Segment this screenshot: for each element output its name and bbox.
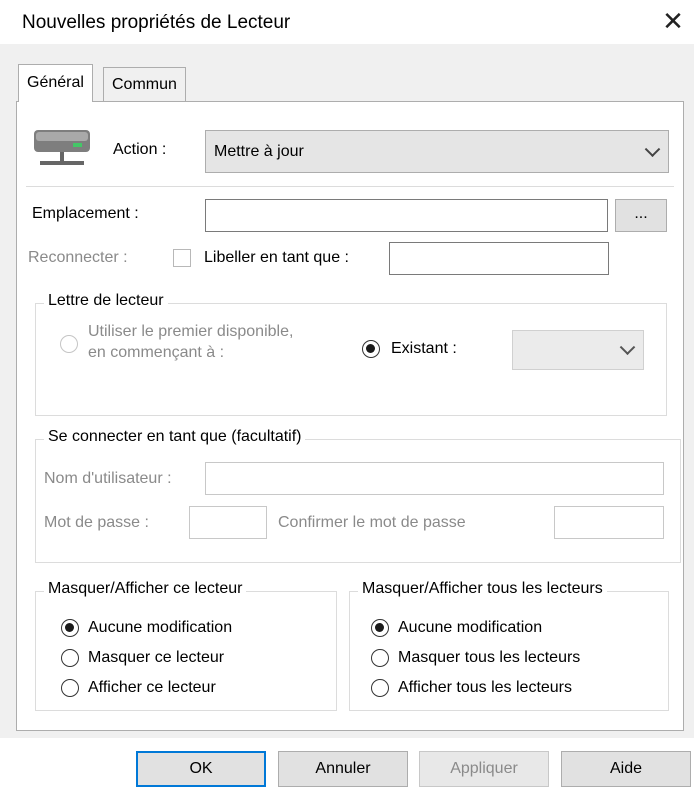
show-drive-radio[interactable]: [61, 679, 79, 697]
ok-button[interactable]: OK: [136, 751, 266, 787]
hide-show-all-legend: Masquer/Afficher tous les lecteurs: [358, 580, 607, 598]
window-title: Nouvelles propriétés de Lecteur: [22, 12, 291, 33]
first-available-radio[interactable]: [60, 335, 78, 353]
chevron-down-icon: [619, 339, 636, 356]
hide-all-label: Masquer tous les lecteurs: [398, 649, 581, 666]
existing-label: Existant :: [391, 340, 457, 357]
action-label: Action :: [113, 141, 167, 158]
label-as-label: Libeller en tant que :: [204, 249, 349, 266]
show-drive-label: Afficher ce lecteur: [88, 679, 216, 696]
tab-general[interactable]: Général: [18, 64, 93, 102]
action-dropdown[interactable]: Mettre à jour: [205, 130, 669, 173]
connect-as-group: [35, 439, 681, 563]
username-input[interactable]: [205, 462, 664, 495]
password-label: Mot de passe :: [44, 514, 149, 531]
drive-no-change-label: Aucune modification: [88, 619, 233, 636]
hide-drive-radio[interactable]: [61, 649, 79, 667]
hide-all-radio[interactable]: [371, 649, 389, 667]
action-value: Mettre à jour: [214, 143, 304, 160]
divider: [26, 186, 674, 187]
chevron-down-icon: [644, 140, 661, 157]
help-button[interactable]: Aide: [561, 751, 691, 787]
reconnect-checkbox[interactable]: [173, 249, 191, 267]
location-label: Emplacement :: [32, 205, 139, 222]
tab-common[interactable]: Commun: [103, 67, 186, 101]
apply-button[interactable]: Appliquer: [419, 751, 549, 787]
password-input[interactable]: [189, 506, 267, 539]
cancel-button[interactable]: Annuler: [278, 751, 408, 787]
hide-show-drive-legend: Masquer/Afficher ce lecteur: [44, 580, 247, 598]
show-all-label: Afficher tous les lecteurs: [398, 679, 573, 696]
username-label: Nom d'utilisateur :: [44, 470, 172, 487]
all-no-change-radio[interactable]: [371, 619, 389, 637]
existing-radio[interactable]: [362, 340, 380, 358]
close-icon[interactable]: ✕: [660, 6, 686, 36]
confirm-password-label: Confirmer le mot de passe: [278, 514, 466, 531]
network-drive-icon: [34, 130, 90, 165]
show-all-radio[interactable]: [371, 679, 389, 697]
reconnect-label: Reconnecter :: [28, 249, 128, 266]
first-available-label-1: Utiliser le premier disponible,: [88, 323, 294, 340]
connect-as-legend: Se connecter en tant que (facultatif): [44, 428, 306, 446]
drive-no-change-radio[interactable]: [61, 619, 79, 637]
drive-letter-legend: Lettre de lecteur: [44, 292, 168, 310]
hide-drive-label: Masquer ce lecteur: [88, 649, 225, 666]
location-input[interactable]: [205, 199, 608, 232]
all-no-change-label: Aucune modification: [398, 619, 543, 636]
first-available-label-2: en commençant à :: [88, 344, 225, 361]
browse-button[interactable]: ...: [615, 199, 667, 232]
confirm-password-input[interactable]: [554, 506, 664, 539]
existing-drive-dropdown[interactable]: [512, 330, 644, 370]
label-as-input[interactable]: [389, 242, 609, 275]
